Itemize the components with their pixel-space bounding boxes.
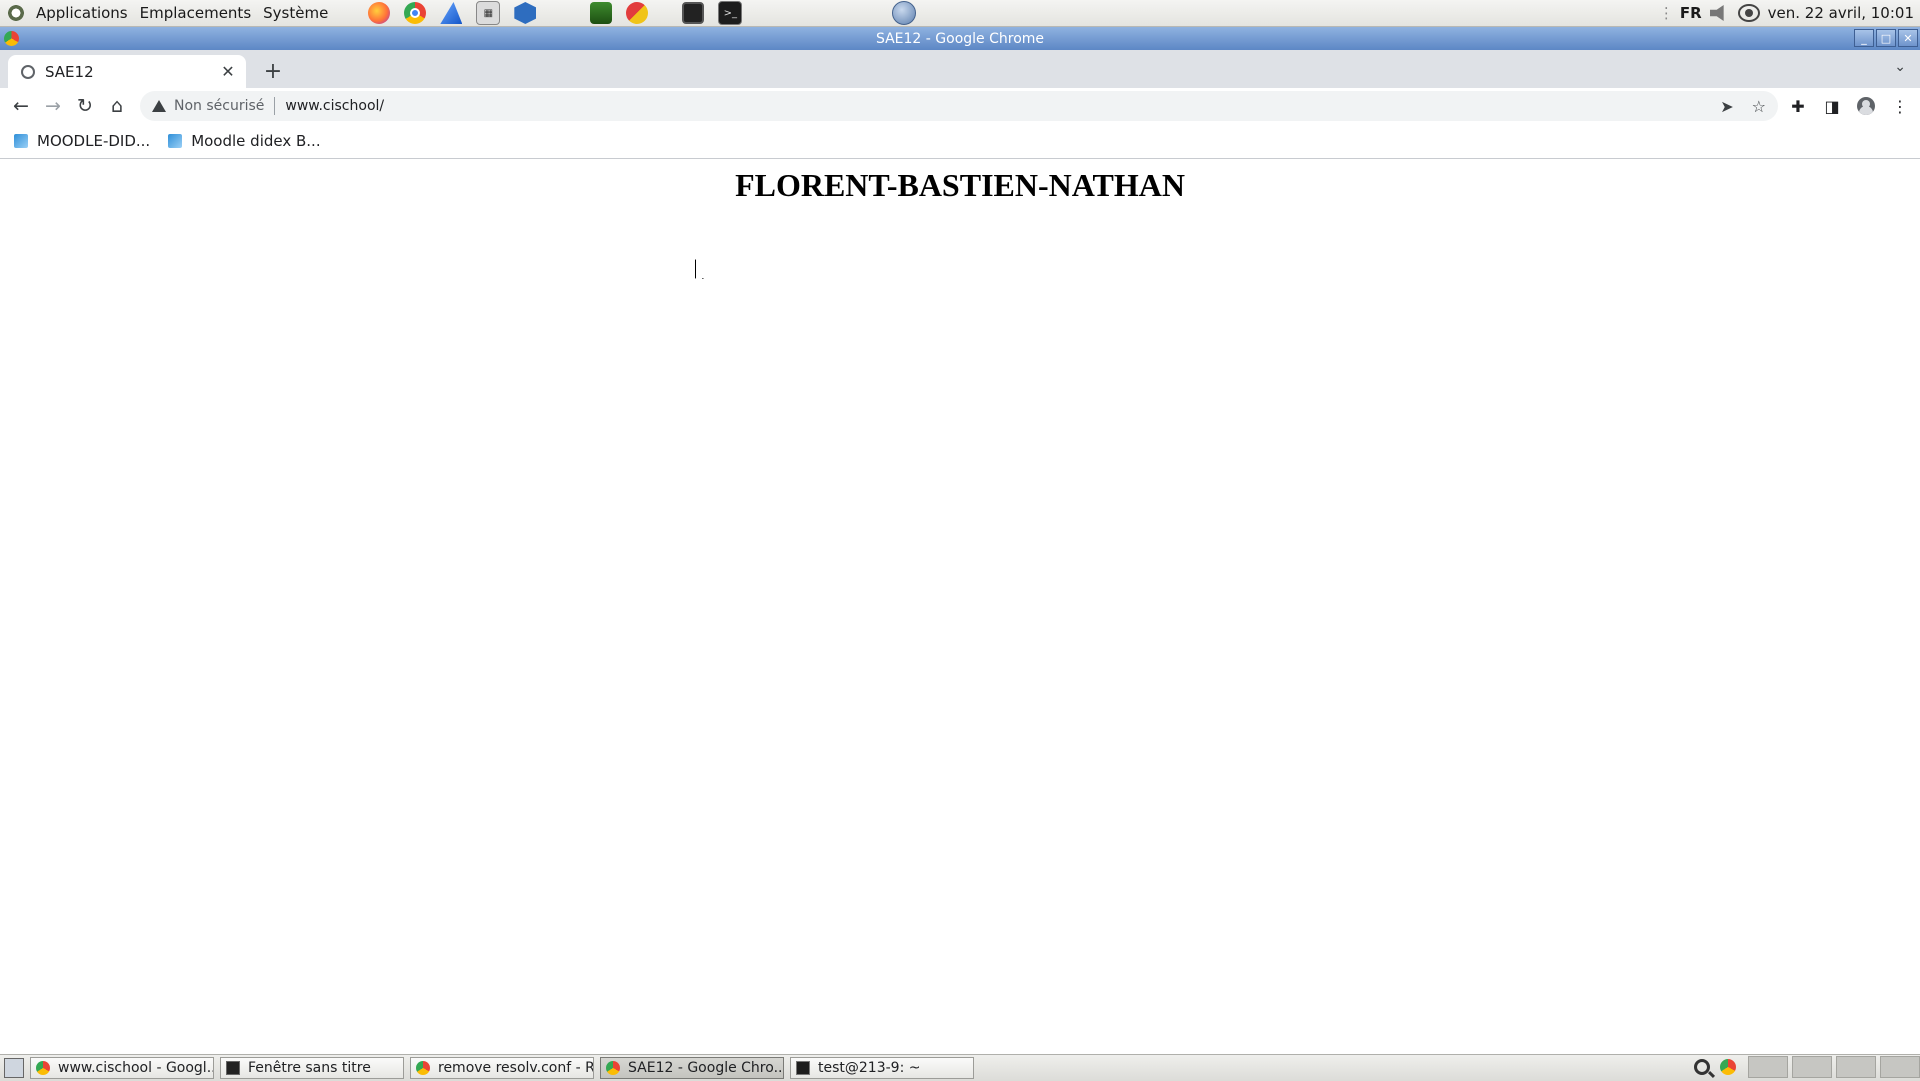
network-icon[interactable] [1737, 4, 1760, 22]
browser-toolbar: ← → ↻ ⌂ Non sécurisé www.cischool/ ➤ ☆ ✚… [0, 88, 1920, 124]
task-label: test@213-9: ~ [818, 1060, 921, 1076]
star-icon[interactable]: ☆ [1752, 97, 1766, 116]
calculator-icon[interactable]: ▦ [476, 1, 501, 25]
chrome-icon[interactable] [4, 31, 19, 46]
omnibox-actions: ➤ ☆ [1720, 97, 1766, 116]
maximize-button[interactable]: □ [1876, 29, 1896, 47]
extensions-icon[interactable]: ✚ [1786, 94, 1810, 118]
minimize-button[interactable]: _ [1854, 29, 1874, 47]
workspace-4[interactable] [1880, 1056, 1920, 1078]
profile-button[interactable] [1854, 94, 1878, 118]
address-bar[interactable]: Non sécurisé www.cischool/ ➤ ☆ [140, 91, 1778, 121]
chrome-icon[interactable] [404, 2, 427, 24]
bookmark-label: MOODLE-DID... [37, 132, 151, 150]
side-panel-icon[interactable]: ◨ [1820, 94, 1844, 118]
url-text[interactable]: www.cischool/ [285, 98, 384, 114]
workspace-2[interactable] [1792, 1056, 1832, 1078]
bookmark-moodle-did[interactable]: MOODLE-DID... [14, 132, 150, 150]
chrome-menu-icon[interactable]: ⋮ [1888, 94, 1912, 118]
reload-button[interactable]: ↻ [73, 94, 97, 118]
send-icon[interactable]: ➤ [1720, 97, 1733, 116]
close-button[interactable]: ✕ [1898, 29, 1918, 47]
network-globe-icon[interactable] [892, 1, 917, 25]
profile-icon [1857, 97, 1875, 115]
launcher-bar: ▦ >_ [368, 1, 917, 25]
virtualbox-icon[interactable] [514, 2, 537, 24]
menu-applications[interactable]: Applications [30, 4, 134, 22]
task-label: Fenêtre sans titre [248, 1060, 371, 1076]
taskbar-item-cischool[interactable]: www.cischool - Googl... [30, 1057, 214, 1079]
terminal-icon[interactable]: >_ [718, 1, 743, 25]
task-label: remove resolv.conf - R... [438, 1060, 594, 1076]
globe-icon [21, 64, 35, 79]
tab-close-icon[interactable]: ✕ [218, 62, 238, 81]
gnome-foot-icon[interactable] [6, 3, 26, 23]
taskbar-tray [1694, 1056, 1920, 1078]
window-controls: _ □ ✕ [1854, 29, 1918, 47]
back-button[interactable]: ← [9, 94, 33, 118]
task-label: www.cischool - Googl... [58, 1060, 214, 1076]
tab-strip: SAE12 ✕ + ⌄ [0, 50, 1920, 88]
volume-icon[interactable] [1709, 5, 1724, 21]
gns3-ws-icon[interactable] [626, 2, 649, 24]
clock[interactable]: ven. 22 avril, 10:01 [1768, 4, 1914, 22]
moodle-icon [168, 134, 183, 148]
window-title: SAE12 - Google Chrome [875, 30, 1045, 47]
taskbar-item-resolv[interactable]: remove resolv.conf - R... [410, 1057, 594, 1079]
menu-systeme[interactable]: Système [257, 4, 334, 22]
chrome-icon[interactable] [1720, 1059, 1736, 1075]
mouse-cursor-icon [695, 259, 708, 279]
bookmark-label: Moodle didex B... [191, 132, 321, 150]
window-titlebar[interactable]: SAE12 - Google Chrome _ □ ✕ [0, 27, 1920, 50]
keyboard-layout[interactable]: FR [1680, 4, 1702, 22]
security-label[interactable]: Non sécurisé [174, 98, 264, 114]
terminal-icon [796, 1061, 810, 1075]
taskbar-item-sae12[interactable]: SAE12 - Google Chro... [600, 1057, 784, 1079]
top-panel: Applications Emplacements Système ▦ >_ ⋮… [0, 0, 1920, 27]
moodle-icon [14, 134, 28, 148]
taskbar-item-fenetre[interactable]: Fenêtre sans titre [220, 1057, 404, 1079]
gns3-icon[interactable] [590, 2, 613, 24]
panel-tray: ⋮ FR ven. 22 avril, 10:01 [1659, 0, 1914, 26]
wireshark-icon[interactable] [440, 2, 463, 24]
workspace-1[interactable] [1748, 1056, 1788, 1078]
taskbar-item-terminal[interactable]: test@213-9: ~ [790, 1057, 974, 1079]
tray-handle-icon: ⋮ [1658, 4, 1674, 22]
chrome-icon [416, 1061, 430, 1075]
bookmarks-bar: MOODLE-DID... Moodle didex B... [0, 124, 1920, 159]
home-button[interactable]: ⌂ [105, 94, 129, 118]
tab-sae12[interactable]: SAE12 ✕ [8, 55, 246, 88]
chrome-icon [606, 1061, 620, 1075]
show-desktop-button[interactable] [4, 1058, 24, 1078]
task-label: SAE12 - Google Chro... [628, 1060, 784, 1076]
firefox-icon[interactable] [368, 2, 391, 24]
toolbar-actions: ✚ ◨ ⋮ [1786, 94, 1920, 118]
omnibox-divider [274, 97, 276, 115]
search-icon[interactable] [1694, 1059, 1710, 1075]
page-content: FLORENT-BASTIEN-NATHAN [0, 159, 1920, 1054]
tab-title: SAE12 [45, 62, 94, 81]
page-heading: FLORENT-BASTIEN-NATHAN [735, 167, 1185, 203]
bookmark-moodle-didex[interactable]: Moodle didex B... [168, 132, 321, 150]
tab-search-chevron-icon[interactable]: ⌄ [1894, 59, 1906, 75]
warning-icon[interactable] [152, 100, 166, 112]
workspace-3[interactable] [1836, 1056, 1876, 1078]
new-tab-button[interactable]: + [260, 58, 286, 84]
window-manager-icon[interactable] [682, 2, 705, 24]
window-icon [226, 1061, 240, 1075]
forward-button[interactable]: → [41, 94, 65, 118]
taskbar: www.cischool - Googl... Fenêtre sans tit… [0, 1054, 1920, 1081]
chrome-icon [36, 1061, 50, 1075]
menu-emplacements[interactable]: Emplacements [134, 4, 258, 22]
